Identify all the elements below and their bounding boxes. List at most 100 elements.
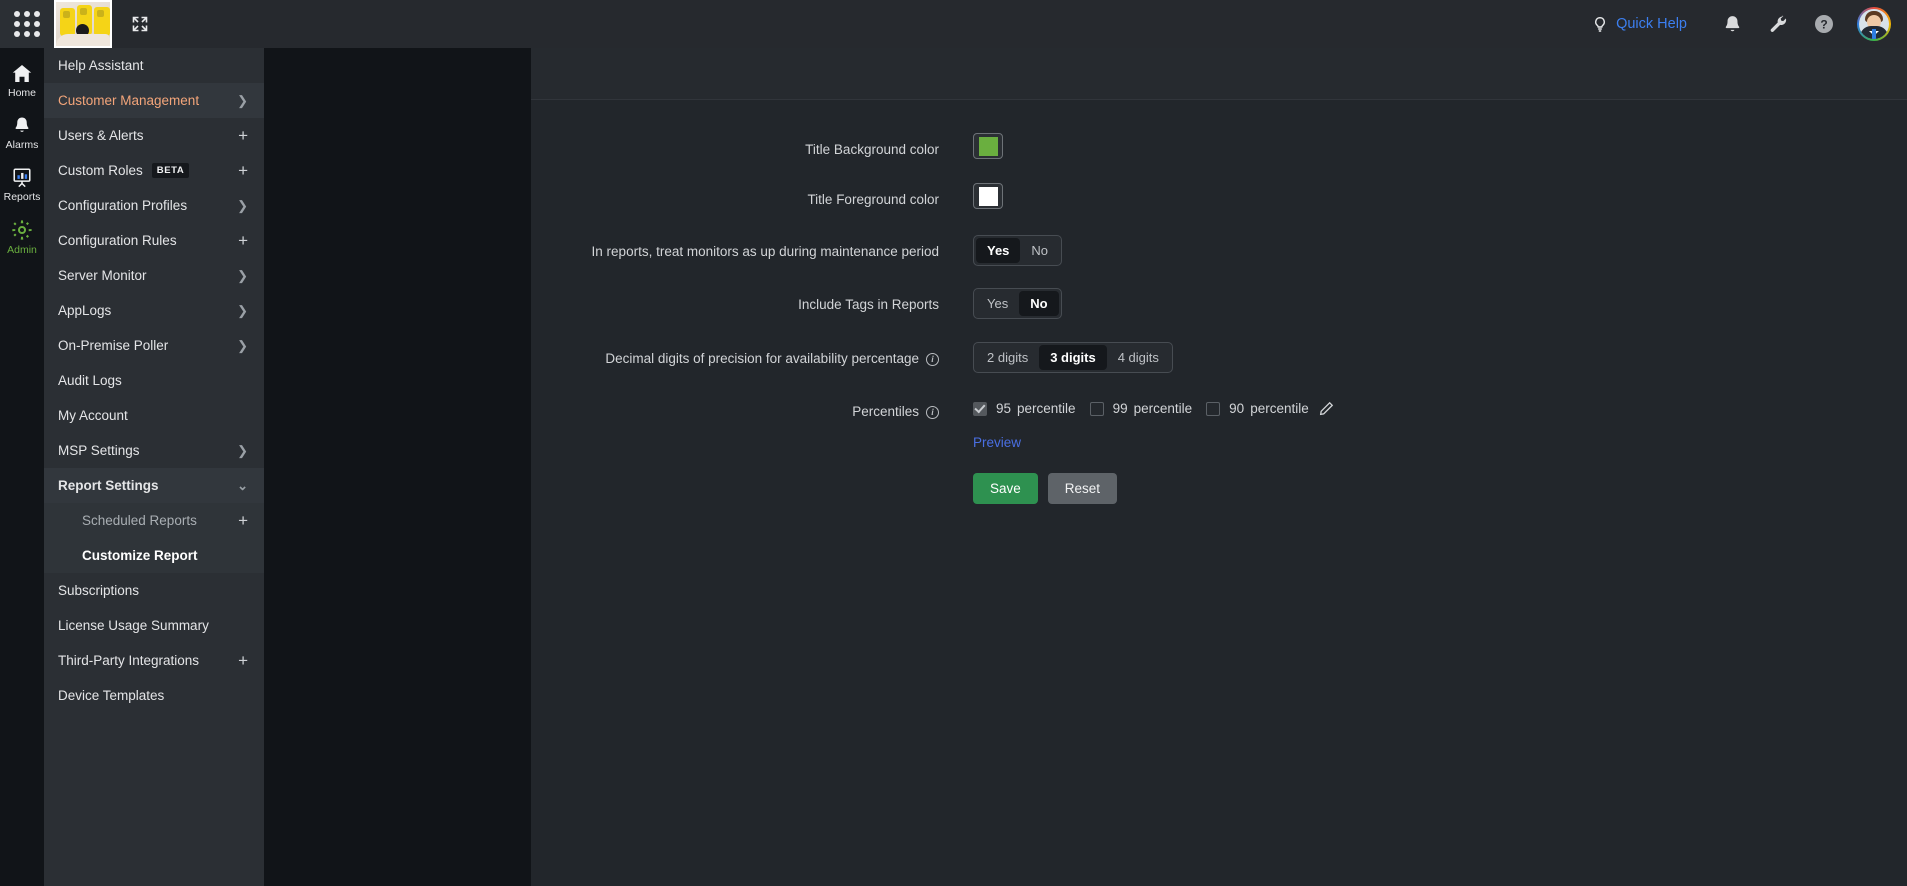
chevron-right-icon: ❯ [237,339,248,352]
percentile-suffix-99: percentile [1134,401,1193,416]
menu-item-users-alerts[interactable]: Users & Alerts + [44,118,264,153]
maintenance-option-yes[interactable]: Yes [976,238,1020,263]
question-circle-icon[interactable]: ? [1805,0,1843,48]
label-actions-spacer [531,433,973,440]
lightbulb-icon [1592,16,1608,33]
rail-item-admin[interactable]: Admin [0,212,44,265]
pencil-icon[interactable] [1319,401,1334,416]
title-foreground-color-swatch [979,187,998,206]
percentile-checkbox-99[interactable] [1090,402,1104,416]
apps-grid-icon[interactable] [0,0,54,48]
chevron-right-icon: ❯ [237,269,248,282]
plus-icon[interactable]: + [238,232,248,249]
user-avatar[interactable] [1857,7,1891,41]
percentile-checkbox-90[interactable] [1206,402,1220,416]
quick-help-button[interactable]: Quick Help [1592,16,1687,33]
title-background-color-picker[interactable] [973,133,1003,159]
title-foreground-color-picker[interactable] [973,183,1003,209]
label-maintenance-up: In reports, treat monitors as up during … [531,235,973,261]
percentile-checkbox-95[interactable] [973,402,987,416]
preview-link[interactable]: Preview [973,435,1021,450]
menu-item-custom-roles[interactable]: Custom Roles BETA + [44,153,264,188]
title-background-color-swatch [979,137,998,156]
rail-label-home: Home [8,87,36,99]
percentile-value-99: 99 [1113,401,1128,416]
label-title-background-color: Title Background color [531,133,973,159]
label-decimal-digits: Decimal digits of precision for availabi… [531,342,973,368]
svg-text:?: ? [1820,18,1827,32]
chevron-right-icon: ❯ [237,444,248,457]
chevron-down-icon: ⌄ [237,479,248,492]
plus-icon[interactable]: + [238,652,248,669]
chevron-right-icon: ❯ [237,94,248,107]
expand-fullscreen-icon[interactable] [112,0,168,48]
menu-item-customize-report[interactable]: Customize Report [44,538,264,573]
rail-item-reports[interactable]: Reports [0,160,44,212]
decimal-digits-toggle[interactable]: 2 digits 3 digits 4 digits [973,342,1173,373]
wrench-icon[interactable] [1759,0,1797,48]
percentile-suffix-90: percentile [1250,401,1309,416]
include-tags-option-no[interactable]: No [1019,291,1058,316]
beta-badge: BETA [152,163,190,178]
quick-help-label: Quick Help [1616,16,1687,32]
row-actions: Preview Save Reset [531,433,1907,504]
row-title-background-color: Title Background color [531,133,1907,159]
percentiles-group: 95 percentile 99 percentile 90 percentil… [973,395,1907,416]
menu-item-audit-logs[interactable]: Audit Logs [44,363,264,398]
reset-button[interactable]: Reset [1048,473,1117,504]
plus-icon[interactable]: + [238,127,248,144]
customize-report-form: Title Background color Title Foreground … [531,100,1907,886]
decimal-digits-option-3[interactable]: 3 digits [1039,345,1107,370]
menu-item-subscriptions[interactable]: Subscriptions [44,573,264,608]
product-logo-thumbnail[interactable] [54,0,112,48]
percentile-suffix-95: percentile [1017,401,1076,416]
row-title-foreground-color: Title Foreground color [531,183,1907,209]
plus-icon[interactable]: + [238,162,248,179]
menu-item-license-usage-summary[interactable]: License Usage Summary [44,608,264,643]
save-button[interactable]: Save [973,473,1038,504]
menu-item-msp-settings[interactable]: MSP Settings ❯ [44,433,264,468]
maintenance-option-no[interactable]: No [1020,238,1059,263]
menu-item-device-templates[interactable]: Device Templates [44,678,264,713]
menu-item-on-premise-poller[interactable]: On-Premise Poller ❯ [44,328,264,363]
menu-item-configuration-profiles[interactable]: Configuration Profiles ❯ [44,188,264,223]
menu-item-help-assistant[interactable]: Help Assistant [44,48,264,83]
bell-icon[interactable] [1713,0,1751,48]
row-maintenance-up: In reports, treat monitors as up during … [531,235,1907,266]
include-tags-option-yes[interactable]: Yes [976,291,1019,316]
menu-item-my-account[interactable]: My Account [44,398,264,433]
label-percentiles: Percentilesi [531,395,973,421]
row-percentiles: Percentilesi 95 percentile 99 percentile [531,395,1907,421]
rail-item-home[interactable]: Home [0,56,44,108]
info-icon[interactable]: i [926,353,939,366]
percentile-item-99: 99 percentile [1090,401,1193,416]
rail-item-alarms[interactable]: Alarms [0,108,44,160]
menu-item-report-settings[interactable]: Report Settings ⌄ [44,468,264,503]
rail-label-admin: Admin [7,244,37,256]
label-include-tags: Include Tags in Reports [531,288,973,314]
info-icon[interactable]: i [926,406,939,419]
menu-item-applogs[interactable]: AppLogs ❯ [44,293,264,328]
decimal-digits-option-2[interactable]: 2 digits [976,345,1039,370]
admin-flyout-menu: Help Assistant Customer Management ❯ Use… [44,48,264,886]
menu-item-server-monitor[interactable]: Server Monitor ❯ [44,258,264,293]
menu-item-customer-management[interactable]: Customer Management ❯ [44,83,264,118]
decimal-digits-option-4[interactable]: 4 digits [1107,345,1170,370]
rail-label-alarms: Alarms [6,139,39,151]
rail-label-reports: Reports [4,191,41,203]
menu-item-scheduled-reports[interactable]: Scheduled Reports + [44,503,264,538]
row-decimal-digits: Decimal digits of precision for availabi… [531,342,1907,373]
chevron-right-icon: ❯ [237,199,248,212]
menu-item-third-party-integrations[interactable]: Third-Party Integrations + [44,643,264,678]
percentile-item-90: 90 percentile [1206,401,1309,416]
percentile-value-95: 95 [996,401,1011,416]
secondary-panel [264,48,531,886]
label-title-foreground-color: Title Foreground color [531,183,973,209]
top-bar: Quick Help ? [0,0,1907,48]
row-include-tags: Include Tags in Reports Yes No [531,288,1907,319]
primary-nav-rail: Home Alarms Reports Admin [0,48,44,886]
menu-item-configuration-rules[interactable]: Configuration Rules + [44,223,264,258]
maintenance-up-toggle[interactable]: Yes No [973,235,1062,266]
plus-icon[interactable]: + [238,512,248,529]
include-tags-toggle[interactable]: Yes No [973,288,1062,319]
